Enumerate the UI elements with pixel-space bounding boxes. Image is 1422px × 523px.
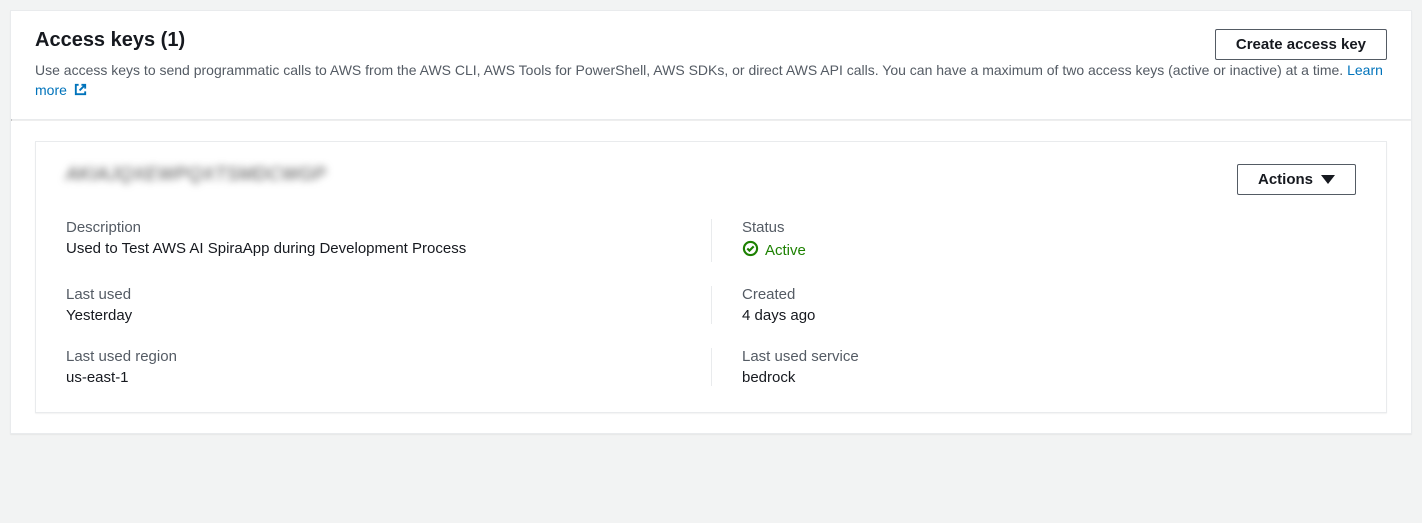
panel-description: Use access keys to send programmatic cal… xyxy=(11,60,1411,119)
access-key-card: AKIAJQXEWPQXTSMDCWGP Actions Description… xyxy=(35,141,1387,413)
label-last-used-service: Last used service xyxy=(742,348,1356,365)
label-status: Status xyxy=(742,219,1356,236)
value-created: 4 days ago xyxy=(742,307,1356,324)
access-key-id: AKIAJQXEWPQXTSMDCWGP xyxy=(66,164,326,185)
actions-label: Actions xyxy=(1258,171,1313,188)
field-description: Description Used to Test AWS AI SpiraApp… xyxy=(66,219,711,262)
value-status: Active xyxy=(765,242,806,259)
field-last-used-region: Last used region us-east-1 xyxy=(66,348,711,386)
panel-title: Access keys (1) xyxy=(35,29,1215,52)
label-created: Created xyxy=(742,286,1356,303)
create-access-key-label: Create access key xyxy=(1236,36,1366,53)
field-last-used: Last used Yesterday xyxy=(66,286,711,324)
value-description: Used to Test AWS AI SpiraApp during Deve… xyxy=(66,240,671,257)
check-circle-icon xyxy=(742,240,759,262)
actions-button[interactable]: Actions xyxy=(1237,164,1356,195)
label-last-used-region: Last used region xyxy=(66,348,671,365)
value-last-used-region: us-east-1 xyxy=(66,369,671,386)
chevron-down-icon xyxy=(1321,175,1335,184)
value-last-used-service: bedrock xyxy=(742,369,1356,386)
external-link-icon xyxy=(73,82,88,102)
field-created: Created 4 days ago xyxy=(711,286,1356,324)
field-last-used-service: Last used service bedrock xyxy=(711,348,1356,386)
label-description: Description xyxy=(66,219,671,236)
field-status: Status Active xyxy=(711,219,1356,262)
access-keys-panel: Access keys (1) Create access key Use ac… xyxy=(10,10,1412,434)
create-access-key-button[interactable]: Create access key xyxy=(1215,29,1387,60)
label-last-used: Last used xyxy=(66,286,671,303)
value-last-used: Yesterday xyxy=(66,307,671,324)
